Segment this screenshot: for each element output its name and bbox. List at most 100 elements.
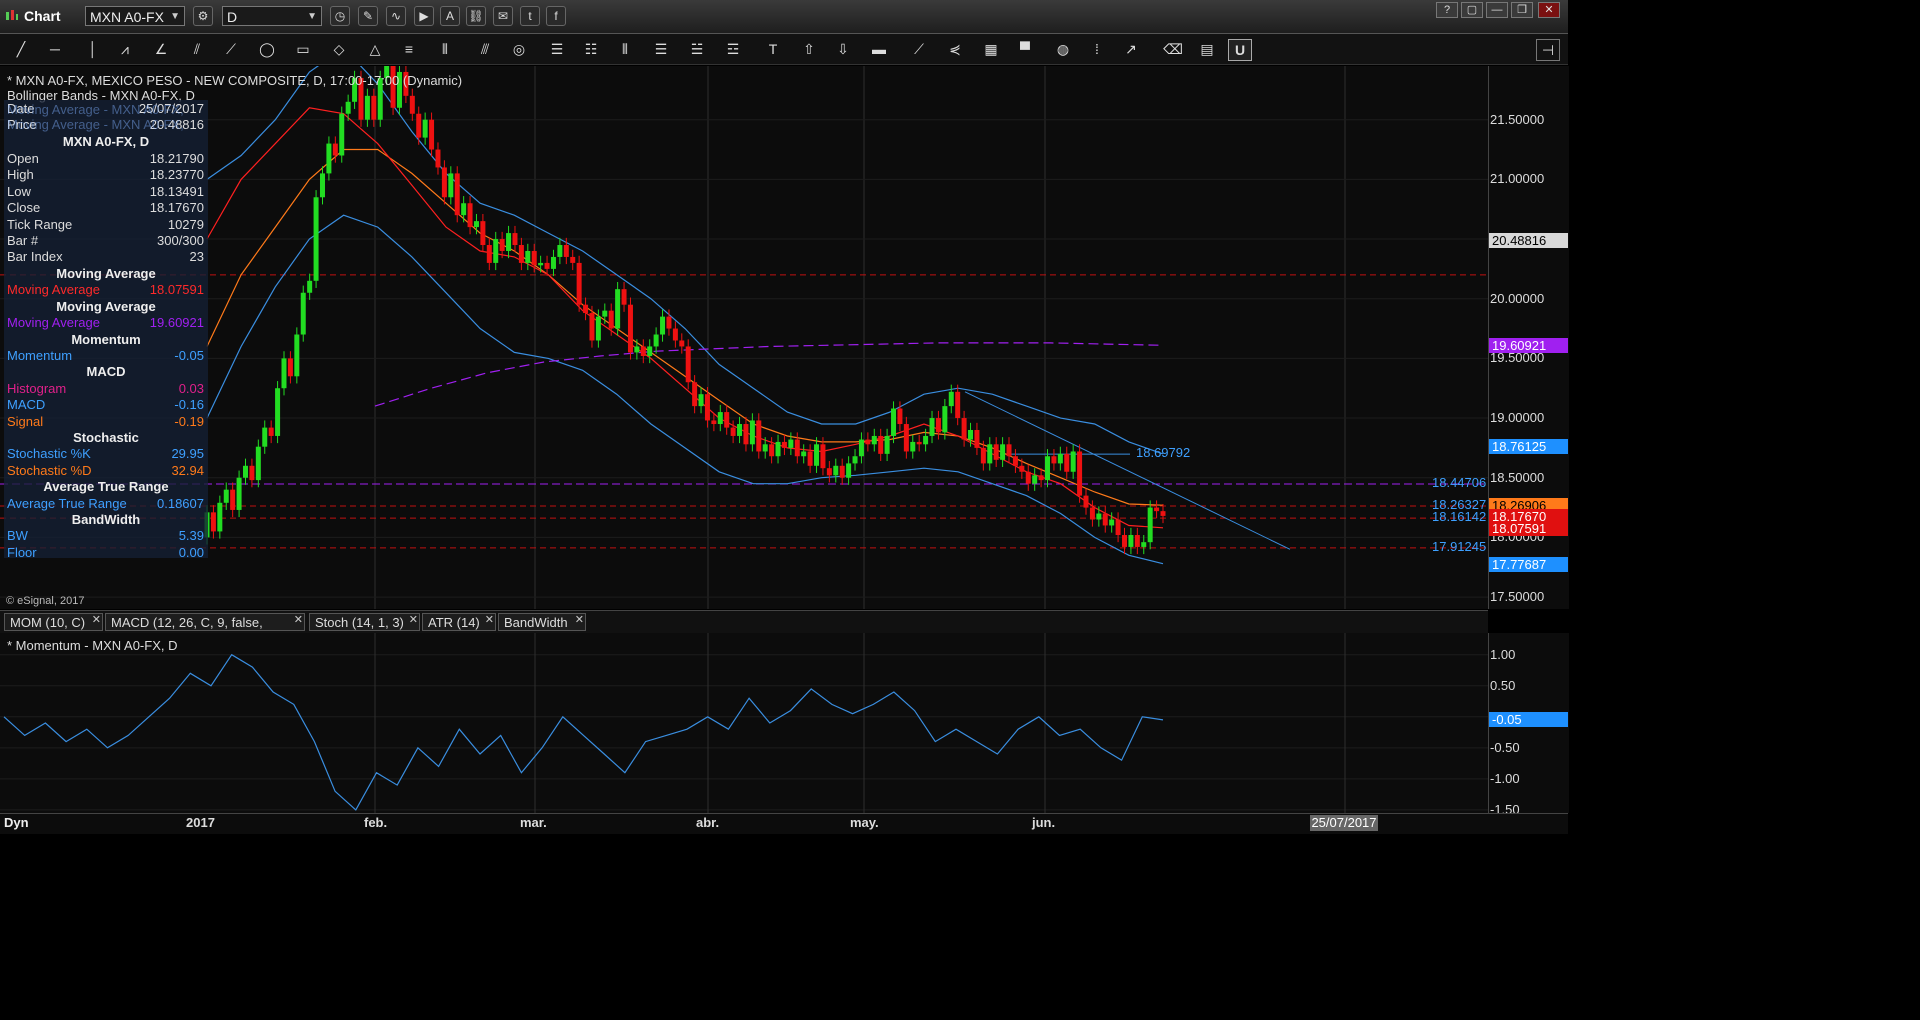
tab-stoch[interactable]: Stoch (14, 1, 3) ✕ <box>309 613 420 631</box>
clock-icon[interactable]: ◷ <box>330 6 350 26</box>
chevron-down-icon[interactable]: ▼ <box>170 7 180 27</box>
cycle-tool-icon[interactable]: ⫴ <box>434 39 456 59</box>
message-icon[interactable]: ▤ <box>1196 39 1218 59</box>
candle-body <box>230 489 236 510</box>
circle-target-icon[interactable]: ◎ <box>508 39 530 59</box>
tab-mom[interactable]: MOM (10, C) ✕ <box>4 613 103 631</box>
fibonacci-tool-icon[interactable]: ☰ <box>546 39 568 59</box>
candle-body <box>313 197 319 281</box>
twitter-icon[interactable]: t <box>520 6 540 26</box>
vertical-line-tool-icon[interactable]: │ <box>82 39 104 59</box>
candle-body <box>1141 542 1147 547</box>
candle-body <box>615 289 621 329</box>
candle-body <box>300 292 306 335</box>
triangle-tool-icon[interactable]: △ <box>364 39 386 59</box>
regression-icon[interactable]: ⟋ <box>908 39 930 59</box>
chart-line-icon[interactable]: ∿ <box>386 6 406 26</box>
grid-icon[interactable]: ▦ <box>980 39 1002 59</box>
mob-icon[interactable]: ▀ <box>1014 39 1036 59</box>
chevron-down-icon[interactable]: ▼ <box>307 7 317 27</box>
close-icon[interactable]: ✕ <box>294 611 303 629</box>
fan-tool-icon[interactable]: ⟋ <box>220 39 242 59</box>
close-icon[interactable]: ✕ <box>92 611 101 629</box>
tab-bandwidth[interactable]: BandWidth ✕ <box>498 613 586 631</box>
magnet-icon[interactable]: U <box>1228 39 1252 61</box>
ray-icon[interactable]: ↗ <box>1120 39 1142 59</box>
trendline-tool-icon[interactable]: ╱ <box>10 39 32 59</box>
time-zones-icon[interactable]: ⦀ <box>614 39 636 59</box>
dyn-toggle[interactable]: Dyn <box>4 815 29 830</box>
close-icon[interactable]: ✕ <box>409 611 418 629</box>
eraser-shape-tool-icon[interactable]: ◇ <box>328 39 350 59</box>
tj-icon[interactable]: ◍ <box>1052 39 1074 59</box>
maximize-button[interactable]: ❐ <box>1511 2 1533 18</box>
trendline <box>964 391 1291 550</box>
close-icon[interactable]: ✕ <box>575 611 584 629</box>
candle-body <box>910 441 916 452</box>
link-icon[interactable]: ⛓ <box>466 6 486 26</box>
fib-retrace-icon[interactable]: ☰ <box>650 39 672 59</box>
dw-row: MACD -0.16 <box>7 397 207 413</box>
momentum-svg[interactable] <box>0 633 1488 813</box>
text-tool-icon[interactable]: T <box>762 39 784 59</box>
comment-icon[interactable]: ✉ <box>493 6 513 26</box>
gear-icon[interactable]: ⚙ <box>193 6 213 26</box>
tab-macd[interactable]: MACD (12, 26, C, 9, false, true)✕ <box>105 611 305 648</box>
momentum-pane[interactable] <box>0 633 1488 813</box>
dw-value: 300/300 <box>157 233 204 248</box>
candle-body <box>467 203 473 228</box>
pti-icon[interactable]: ⁞ <box>1086 39 1108 59</box>
channel-tool-icon[interactable]: ≡ <box>398 39 420 59</box>
interval-input[interactable]: D ▼ <box>222 6 322 26</box>
andrews-tool-icon[interactable]: ⫻ <box>474 39 496 59</box>
app-title: Chart <box>24 8 61 24</box>
panel-toggle-icon[interactable]: ⊣ <box>1536 39 1560 61</box>
dw-label: Signal <box>7 413 44 429</box>
time-axis-label: jun. <box>1032 815 1056 830</box>
ellipse-tool-icon[interactable]: ◯ <box>256 39 278 59</box>
arrow-down-icon[interactable]: ⇩ <box>832 39 854 59</box>
minimize-button[interactable]: — <box>1486 2 1508 18</box>
bar-marker-icon[interactable]: ▬ <box>868 39 890 59</box>
dw-row: Bar # 300/300 <box>7 233 207 249</box>
dw-value: 18.13491 <box>149 183 204 199</box>
symbol-input[interactable]: MXN A0-FX ▼ <box>85 6 185 26</box>
close-icon[interactable]: ✕ <box>485 611 494 629</box>
close-button[interactable]: ✕ <box>1538 2 1560 18</box>
candle-body <box>461 203 467 216</box>
candle-body <box>416 113 422 138</box>
rectangle-tool-icon[interactable]: ▭ <box>292 39 314 59</box>
horizontal-line-tool-icon[interactable]: ─ <box>44 39 66 59</box>
parallel-tool-icon[interactable]: ⫽ <box>186 39 208 59</box>
speed-lines-icon[interactable]: ☱ <box>686 39 708 59</box>
price-chart-svg[interactable] <box>0 47 1488 609</box>
fib-ext-tool-icon[interactable]: ☷ <box>580 39 602 59</box>
pitchfork-icon[interactable]: ⋞ <box>944 39 966 59</box>
price-tick-label: 21.00000 <box>1490 171 1545 187</box>
help-button[interactable]: ? <box>1436 2 1458 18</box>
eraser-icon[interactable]: ⌫ <box>1162 39 1184 59</box>
dw-value: 29.95 <box>171 446 204 462</box>
candle-body <box>1122 535 1128 547</box>
restore-button[interactable]: ▢ <box>1461 2 1483 18</box>
reference-line-label: 18.69792 <box>1136 445 1191 461</box>
arrow-up-icon[interactable]: ⇧ <box>798 39 820 59</box>
tab-atr[interactable]: ATR (14) ✕ <box>422 613 496 631</box>
chart-title: * MXN A0-FX, MEXICO PESO - NEW COMPOSITE… <box>7 73 463 88</box>
pencil-icon[interactable]: ✎ <box>358 6 378 26</box>
candle-body <box>595 316 601 341</box>
price-chart[interactable] <box>0 47 1488 609</box>
reference-line-label: 18.44706 <box>1432 475 1487 491</box>
gann-icon[interactable]: ☲ <box>722 39 744 59</box>
candle-body <box>846 463 852 478</box>
alert-icon[interactable]: A <box>440 6 460 26</box>
zigzag-tool-icon[interactable]: ⩘ <box>114 39 136 59</box>
play-icon[interactable]: ▶ <box>414 6 434 26</box>
angle-tool-icon[interactable]: ∠ <box>150 39 172 59</box>
facebook-icon[interactable]: f <box>546 6 566 26</box>
candle-body <box>294 334 300 377</box>
candle-body <box>608 310 614 329</box>
candle-body <box>993 444 999 460</box>
dw-row: Signal -0.19 <box>7 414 207 430</box>
candle-body <box>268 427 274 436</box>
